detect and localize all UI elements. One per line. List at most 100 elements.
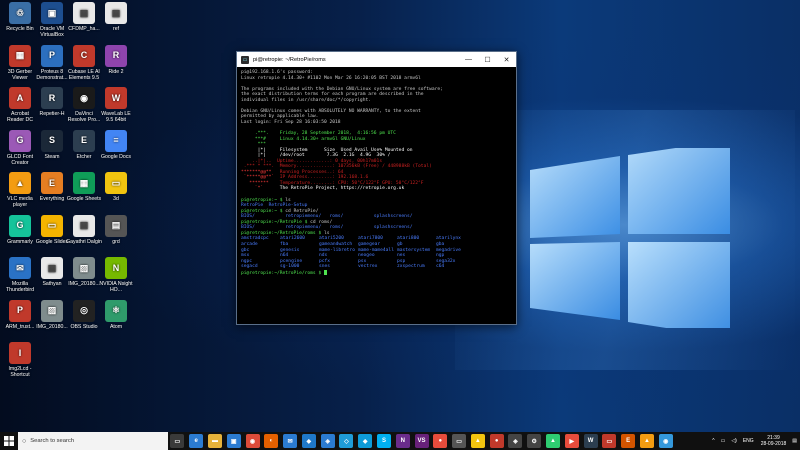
desktop-icon[interactable]: ▨ IMG_20180... [34, 299, 70, 330]
tray-chevron-icon[interactable]: ^ [712, 438, 714, 444]
vlc-icon: ▲ [9, 172, 31, 194]
desktop-icon[interactable]: ▤ CFDMP_ha... [66, 2, 102, 32]
desktop-icon[interactable]: ▣ Oracle VM VirtualBox [34, 2, 70, 39]
desktop-icon-label: Proteus 8 Demonstrat... [36, 68, 68, 81]
desktop-icon[interactable]: ▭ Google Slides [34, 214, 70, 245]
app-icon[interactable]: ▲ [470, 434, 485, 448]
visual-studio-icon[interactable]: VS [414, 434, 429, 448]
recycle-bin-icon: ♲ [9, 2, 31, 24]
image-file-icon: ▨ [41, 299, 63, 322]
terminal-line: the exact distribution terms for each pr… [241, 92, 424, 98]
desktop-icon[interactable]: E Everything [34, 172, 70, 202]
app-icon[interactable]: ▶ [564, 434, 579, 448]
prompt: pi@retropie:~ $ [241, 197, 283, 203]
desktop-icon[interactable]: E Etcher [66, 129, 102, 160]
desktop-icon[interactable]: S Steam [34, 129, 70, 160]
rom-folder: vectrex [358, 264, 378, 270]
desktop-icon[interactable]: N NVIDIA Nsight HO... [98, 257, 134, 294]
store-icon[interactable]: ▣ [226, 434, 241, 448]
putty-icon: ▭ [241, 55, 249, 64]
task-view-icon[interactable]: ▭ [170, 434, 185, 448]
desktop-icon[interactable]: ▲ VLC media player [2, 172, 38, 209]
putty-terminal-window[interactable]: ▭ pi@retropie: ~/RetroPie/roms — ☐ ✕ pi@… [236, 51, 517, 325]
motd-date: Friday, 28 September 2018, 4:16:56 pm UT… [279, 131, 396, 137]
notifications-icon[interactable]: ▤ [792, 438, 797, 444]
firefox-icon[interactable]: ◐ [264, 434, 279, 448]
google-docs-icon: ≡ [105, 129, 127, 152]
file-icon: ▤ [73, 2, 95, 24]
desktop-icon[interactable]: ≡ Google Docs [98, 129, 134, 160]
desktop-icon[interactable]: R Ride 2 [98, 44, 134, 75]
desktop-icon[interactable]: ♲ Recycle Bin [2, 2, 38, 32]
taskbar-search-box[interactable]: ○ Search to search [18, 432, 168, 450]
cubase-icon: C [73, 44, 95, 67]
edge-icon[interactable]: e [189, 434, 204, 448]
desktop-icon[interactable]: W WaveLab LE 9.5 64bit [98, 87, 134, 124]
desktop-icon[interactable]: I Img2Lcd - Shortcut [2, 342, 38, 379]
app-icon[interactable]: ◈ [320, 434, 335, 448]
desktop-icon[interactable]: ▦ 3D Gerber Viewer [2, 44, 38, 82]
app-icon[interactable]: W [583, 434, 598, 448]
app-icon[interactable]: ● [433, 434, 448, 448]
desktop-icon[interactable]: P ARM_trust... [2, 299, 38, 330]
app-icon[interactable]: ◈ [508, 434, 523, 448]
skype-icon[interactable]: S [376, 434, 391, 448]
desktop-icon[interactable]: C Cubase LE AI Elements 9.5 [66, 44, 102, 82]
etcher-icon: E [73, 129, 95, 152]
desktop-icon[interactable]: ▤ Sathyan [34, 257, 70, 287]
terminal-titlebar[interactable]: ▭ pi@retropie: ~/RetroPie/roms — ☐ ✕ [237, 52, 516, 67]
network-icon[interactable]: ▭ [721, 438, 726, 444]
desktop-icon-label: IMG_20180... [68, 281, 100, 287]
file-explorer-icon[interactable]: ▬ [207, 434, 222, 448]
desktop-icon[interactable]: ▨ IMG_20180... [66, 257, 102, 287]
desktop-icon[interactable]: P Proteus 8 Demonstrat... [34, 44, 70, 82]
desktop-icon[interactable]: ⚛ Atom [98, 299, 134, 330]
putty-icon[interactable]: ▭ [452, 434, 467, 448]
desktop-icon-label: Acrobat Reader DC [7, 111, 33, 124]
app-icon[interactable]: ◉ [658, 434, 673, 448]
terminal-title: pi@retropie: ~/RetroPie/roms [253, 56, 326, 63]
app-icon[interactable]: ◆ [358, 434, 373, 448]
desktop-icon-label: IMG_20180... [36, 323, 68, 330]
desktop-icon[interactable]: ◉ DaVinci Resolve Pro... [66, 87, 102, 124]
desktop-icon[interactable]: G Grammarly [2, 214, 38, 245]
maximize-button[interactable]: ☐ [478, 52, 497, 67]
desktop-icon[interactable]: ▭ 3d [98, 172, 134, 202]
desktop-icon[interactable]: R Repetier-H [34, 87, 70, 117]
app-icon[interactable]: E [621, 434, 636, 448]
desktop-icon-label: 3d [113, 196, 119, 202]
mail-icon[interactable]: ✉ [283, 434, 298, 448]
app-icon[interactable]: ◇ [339, 434, 354, 448]
app-icon[interactable]: ● [489, 434, 504, 448]
terminal-screen[interactable]: pi@192.168.1.6's password: Linux retropi… [237, 67, 516, 323]
chrome-icon[interactable]: ◉ [245, 434, 260, 448]
desktop-icon[interactable]: ▤ ref [98, 2, 134, 32]
desktop-icon[interactable]: A Acrobat Reader DC [2, 87, 38, 124]
app-icon[interactable]: ▭ [602, 434, 617, 448]
app-icon[interactable]: ▲ [546, 434, 561, 448]
vscode-icon[interactable]: ◆ [301, 434, 316, 448]
desktop-icon[interactable]: ◎ OBS Studio [66, 299, 102, 330]
close-button[interactable]: ✕ [497, 52, 516, 67]
desktop-icon-label: ref [112, 26, 120, 32]
app-icon[interactable]: ⚙ [527, 434, 542, 448]
desktop-icon-label: Img2Lcd - Shortcut [8, 366, 32, 379]
minimize-button[interactable]: — [459, 52, 478, 67]
volume-icon[interactable]: ◁) [731, 438, 737, 444]
desktop-icon[interactable]: ✉ Mozilla Thunderbird [2, 257, 38, 294]
desktop-icon[interactable]: G GLCD Font Creator [2, 129, 38, 167]
desktop-icon[interactable]: ▦ Google Sheets [66, 172, 102, 202]
desktop-icon-label: OBS Studio [70, 323, 98, 330]
desktop-icon[interactable]: ▤ grd [98, 214, 134, 245]
glcd-icon: G [9, 129, 31, 152]
motd-kernel: Linux 4.14.30+ armv6l GNU/Linux [279, 136, 366, 142]
desktop-icon[interactable]: ▤ Gayathri Dalgin [66, 214, 102, 245]
start-button[interactable] [0, 432, 18, 450]
app-icon[interactable]: ▲ [639, 434, 654, 448]
app-icon[interactable]: N [395, 434, 410, 448]
taskbar-clock[interactable]: 21:39 28-09-2018 [761, 435, 787, 447]
folder-icon: ▭ [105, 172, 127, 194]
roms-listing: amstradcpc atari2600 atari5200 atari7800 ata… [241, 236, 512, 269]
rom-folder: segacd [241, 264, 258, 270]
language-indicator[interactable]: ENG [743, 438, 754, 444]
